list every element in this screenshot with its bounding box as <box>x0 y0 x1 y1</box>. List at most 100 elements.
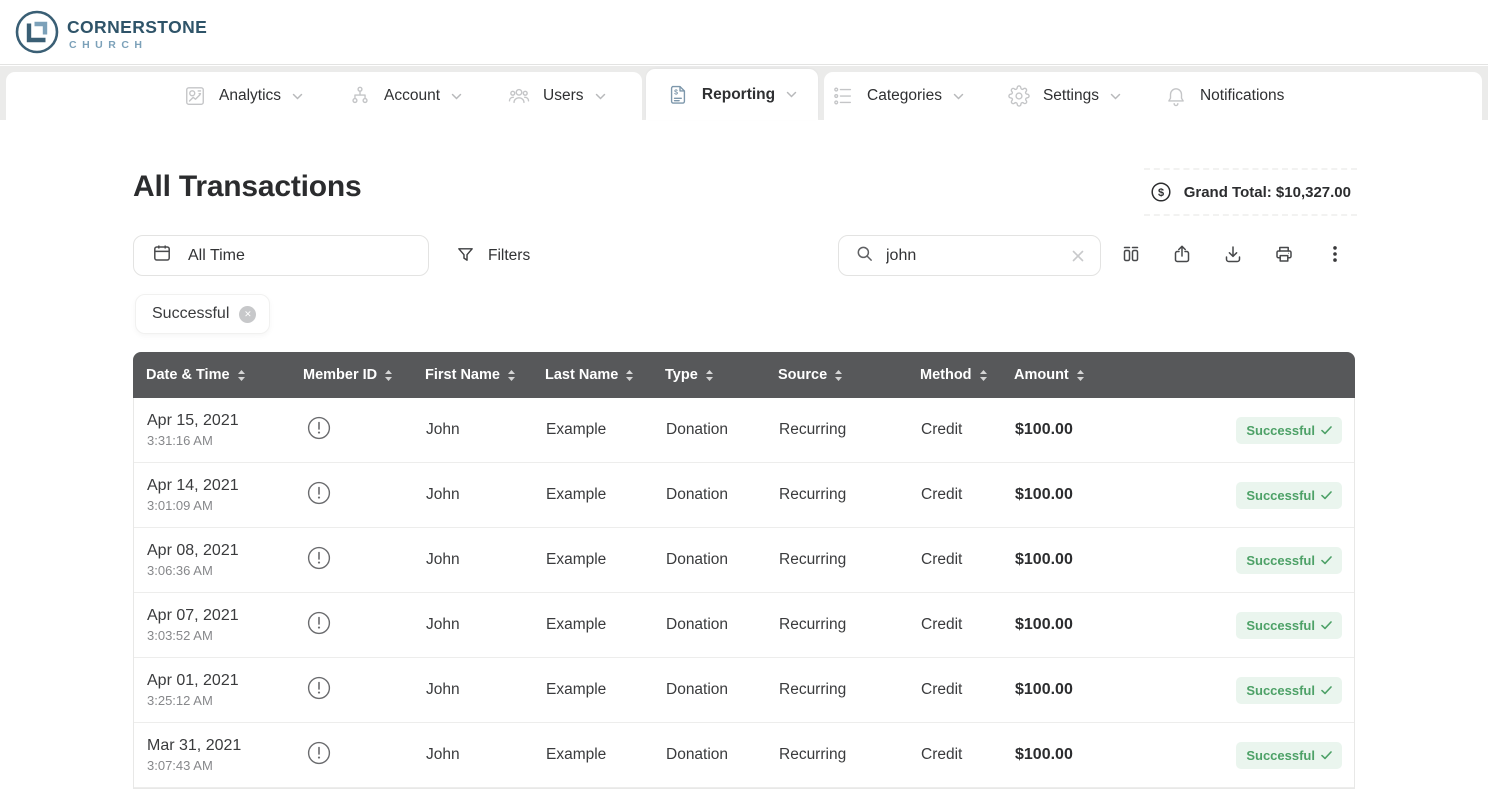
table-row[interactable]: Apr 14, 2021 3:01:09 AM John Example Don… <box>134 463 1354 528</box>
nav-item-categories[interactable]: Categories <box>832 85 964 107</box>
status-badge: Successful <box>1236 417 1342 444</box>
nav-item-reporting[interactable]: $ Reporting <box>667 84 797 106</box>
column-header-type[interactable]: Type <box>665 367 778 383</box>
nav-segment-left: Analytics Account Users <box>6 72 642 120</box>
sort-icon <box>1076 369 1085 382</box>
table-row[interactable]: Apr 15, 2021 3:31:16 AM John Example Don… <box>134 398 1354 463</box>
member-alert-icon[interactable] <box>306 610 332 636</box>
nav-item-settings[interactable]: Settings <box>1008 85 1121 107</box>
transaction-date: Mar 31, 2021 <box>147 737 304 755</box>
filters-button[interactable]: Filters <box>448 235 538 276</box>
amount-cell: $100.00 <box>1015 681 1155 699</box>
transaction-time: 3:31:16 AM <box>147 433 304 448</box>
transactions-table: Date & Time Member ID First Name Last Na… <box>133 352 1355 789</box>
column-header-member-id[interactable]: Member ID <box>303 367 425 383</box>
users-icon <box>508 85 530 107</box>
last-name-cell: Example <box>546 551 666 569</box>
column-header-method[interactable]: Method <box>920 367 1014 383</box>
check-icon <box>1321 491 1332 500</box>
first-name-cell: John <box>426 616 546 634</box>
search-icon <box>855 244 874 268</box>
type-cell: Donation <box>666 551 779 569</box>
filters-label: Filters <box>488 247 530 265</box>
funnel-icon <box>456 245 475 267</box>
transaction-date: Apr 15, 2021 <box>147 412 304 430</box>
type-cell: Donation <box>666 486 779 504</box>
svg-text:$: $ <box>674 89 678 96</box>
transaction-time: 3:01:09 AM <box>147 498 304 513</box>
check-icon <box>1321 621 1332 630</box>
search-input[interactable] <box>886 247 1068 265</box>
nav-item-users[interactable]: Users <box>508 85 605 107</box>
column-header-amount[interactable]: Amount <box>1014 367 1154 383</box>
transaction-time: 3:25:12 AM <box>147 693 304 708</box>
nav-active-tab: $ Reporting <box>646 69 818 120</box>
categories-icon <box>832 85 854 107</box>
member-alert-icon[interactable] <box>306 415 332 441</box>
chevron-down-icon <box>786 91 797 98</box>
table-row[interactable]: Apr 08, 2021 3:06:36 AM John Example Don… <box>134 528 1354 593</box>
nav-item-account[interactable]: Account <box>349 85 462 107</box>
table-row[interactable]: Mar 31, 2021 3:07:43 AM John Example Don… <box>134 723 1354 788</box>
church-logo-icon <box>14 9 60 60</box>
status-badge: Successful <box>1236 677 1342 704</box>
chevron-down-icon <box>1110 93 1121 100</box>
nav-item-analytics[interactable]: Analytics <box>184 85 303 107</box>
amount-cell: $100.00 <box>1015 486 1155 504</box>
type-cell: Donation <box>666 421 779 439</box>
more-icon <box>1325 244 1345 267</box>
brand-logo: CORNERSTONE CHURCH <box>14 9 207 60</box>
close-icon: ✕ <box>244 310 252 319</box>
first-name-cell: John <box>426 551 546 569</box>
first-name-cell: John <box>426 486 546 504</box>
column-header-source[interactable]: Source <box>778 367 920 383</box>
member-alert-icon[interactable] <box>306 740 332 766</box>
nav-item-notifications[interactable]: Notifications <box>1165 85 1284 107</box>
more-button[interactable] <box>1315 235 1355 276</box>
columns-icon <box>1121 244 1141 267</box>
settings-icon <box>1008 85 1030 107</box>
transaction-time: 3:03:52 AM <box>147 628 304 643</box>
method-cell: Credit <box>921 681 1015 699</box>
columns-button[interactable] <box>1111 235 1151 276</box>
member-alert-icon[interactable] <box>306 545 332 571</box>
main-navbar: Analytics Account Users $ Reporting <box>0 66 1488 120</box>
table-row[interactable]: Apr 01, 2021 3:25:12 AM John Example Don… <box>134 658 1354 723</box>
method-cell: Credit <box>921 746 1015 764</box>
last-name-cell: Example <box>546 486 666 504</box>
search-box <box>838 235 1101 276</box>
first-name-cell: John <box>426 421 546 439</box>
remove-filter-button[interactable]: ✕ <box>239 306 256 323</box>
sort-icon <box>237 369 246 382</box>
share-button[interactable] <box>1162 235 1202 276</box>
table-row[interactable]: Apr 07, 2021 3:03:52 AM John Example Don… <box>134 593 1354 658</box>
method-cell: Credit <box>921 551 1015 569</box>
download-button[interactable] <box>1213 235 1253 276</box>
brand-name: CORNERSTONE <box>67 19 207 37</box>
app-window: CORNERSTONE CHURCH Analytics Account Use… <box>0 0 1488 796</box>
calendar-icon <box>152 243 172 268</box>
share-icon <box>1172 244 1192 267</box>
chevron-down-icon <box>292 93 303 100</box>
sort-icon <box>507 369 516 382</box>
source-cell: Recurring <box>779 681 921 699</box>
print-button[interactable] <box>1264 235 1304 276</box>
status-badge: Successful <box>1236 482 1342 509</box>
first-name-cell: John <box>426 681 546 699</box>
svg-text:$: $ <box>1158 187 1164 199</box>
column-header-date-time[interactable]: Date & Time <box>133 367 303 383</box>
check-icon <box>1321 686 1332 695</box>
sort-icon <box>834 369 843 382</box>
member-alert-icon[interactable] <box>306 675 332 701</box>
amount-cell: $100.00 <box>1015 551 1155 569</box>
check-icon <box>1321 751 1332 760</box>
column-header-last-name[interactable]: Last Name <box>545 367 665 383</box>
grand-total-text: Grand Total: $10,327.00 <box>1184 184 1351 201</box>
member-alert-icon[interactable] <box>306 480 332 506</box>
column-header-first-name[interactable]: First Name <box>425 367 545 383</box>
clear-search-button[interactable] <box>1068 246 1088 266</box>
source-cell: Recurring <box>779 616 921 634</box>
active-filter-chip[interactable]: Successful ✕ <box>135 294 270 334</box>
date-range-picker[interactable]: All Time <box>133 235 429 276</box>
date-range-label: All Time <box>188 247 245 265</box>
